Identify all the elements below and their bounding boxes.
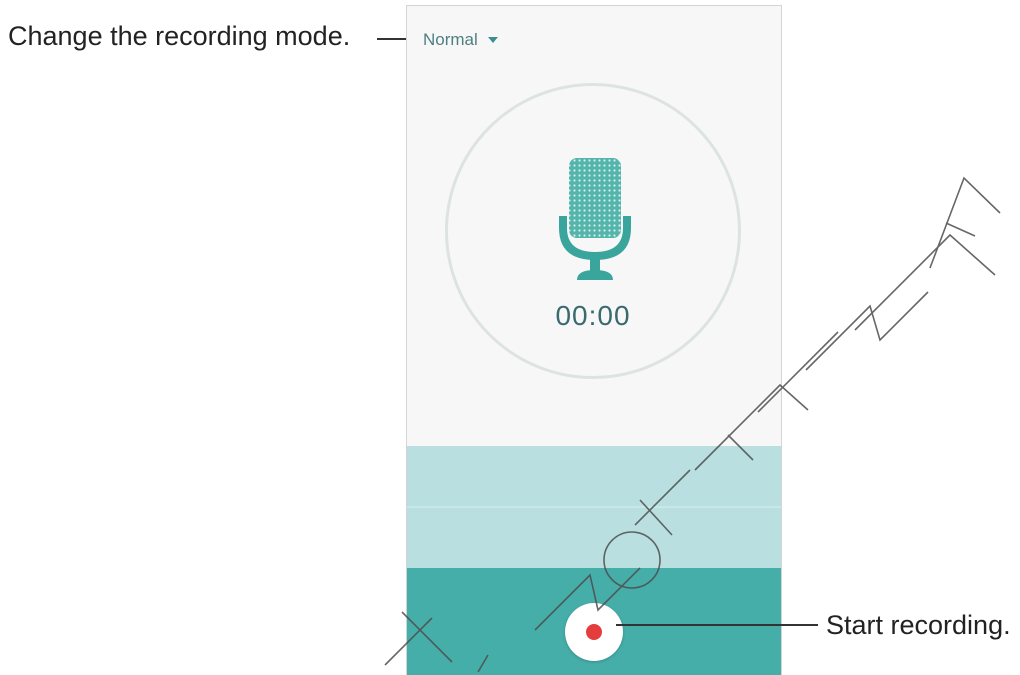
waveform-baseline bbox=[407, 506, 781, 508]
record-icon bbox=[586, 624, 602, 640]
callout-change-mode: Change the recording mode. bbox=[8, 21, 351, 51]
microphone-icon bbox=[559, 158, 631, 280]
recording-dial: 00:00 bbox=[445, 83, 741, 379]
voice-recorder-screen: Normal 00:00 bbox=[406, 5, 782, 675]
recording-mode-dropdown[interactable]: Normal bbox=[423, 30, 498, 50]
waveform-area bbox=[407, 446, 781, 568]
callout-leader-record bbox=[616, 624, 818, 626]
record-button[interactable] bbox=[565, 603, 623, 661]
recording-timer: 00:00 bbox=[555, 300, 631, 331]
control-bar bbox=[407, 568, 781, 675]
callout-start-recording: Start recording. bbox=[826, 610, 1011, 640]
chevron-down-icon bbox=[487, 37, 498, 43]
recording-mode-value: Normal bbox=[423, 30, 478, 49]
